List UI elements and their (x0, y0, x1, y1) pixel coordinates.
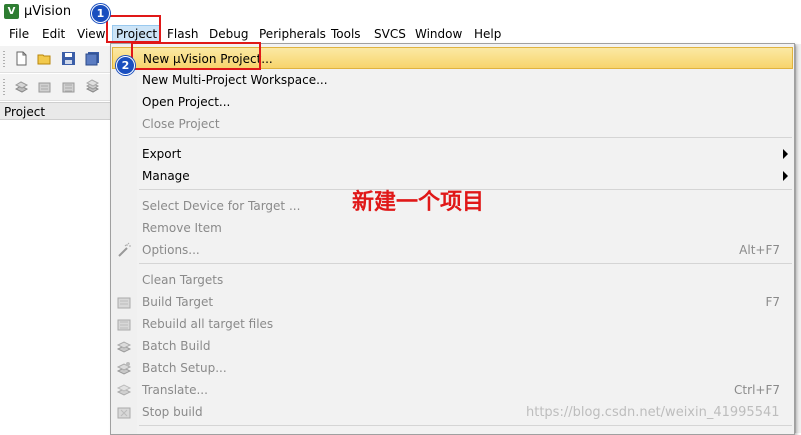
menu-item-label: Remove Item (142, 221, 222, 235)
menu-item-new-multi-project-workspace[interactable]: New Multi-Project Workspace... (111, 69, 794, 91)
file-toolbar (0, 46, 112, 73)
menu-item-shortcut: Alt+F7 (739, 243, 780, 257)
menu-item-label: Batch Setup... (142, 361, 227, 375)
rebuild-icon (117, 319, 131, 331)
menu-item-clean-targets[interactable]: Clean Targets (111, 269, 794, 291)
menu-item-label: Translate... (142, 383, 208, 397)
menu-tools[interactable]: Tools (331, 27, 361, 41)
menu-item-options[interactable]: Options... Alt+F7 (111, 239, 794, 261)
open-folder-icon[interactable] (37, 51, 52, 66)
menu-item-label: New Multi-Project Workspace... (142, 73, 328, 87)
submenu-arrow-icon (783, 149, 788, 159)
rebuild-tool-icon[interactable] (61, 79, 76, 94)
menu-item-label: Open Project... (142, 95, 231, 109)
uvision-app-icon: V (4, 4, 19, 19)
save-icon[interactable] (61, 51, 76, 66)
menu-view[interactable]: View (77, 27, 105, 41)
options-wand-icon (118, 242, 131, 257)
project-dropdown-menu: New µVision Project... New Multi-Project… (110, 43, 795, 435)
stop-build-icon (117, 407, 131, 419)
menu-peripherals[interactable]: Peripherals (259, 27, 326, 41)
window-title: µVision (24, 4, 72, 19)
menu-item-translate[interactable]: Translate... Ctrl+F7 (111, 379, 794, 401)
batch-setup-icon (116, 362, 132, 375)
project-menu-highlight-box (106, 15, 161, 43)
annotation-caption: 新建一个项目 (352, 190, 485, 215)
project-panel[interactable] (0, 120, 112, 433)
menu-item-label: Options... (142, 243, 200, 257)
new-file-icon[interactable] (14, 51, 29, 66)
menu-item-label: Select Device for Target ... (142, 199, 301, 213)
menu-item-build-target[interactable]: Build Target F7 (111, 291, 794, 313)
menu-edit[interactable]: Edit (42, 27, 65, 41)
step-1-badge: 1 (91, 4, 110, 23)
menu-separator (139, 137, 792, 138)
menu-item-remove-item[interactable]: Remove Item (111, 217, 794, 239)
project-panel-header: Project (0, 102, 112, 120)
menu-item-label: Manage (142, 169, 190, 183)
menu-item-close-project[interactable]: Close Project (111, 113, 794, 135)
toolbar-grip[interactable] (3, 79, 5, 95)
menu-item-label: Stop build (142, 405, 203, 419)
menu-item-open-project[interactable]: Open Project... (111, 91, 794, 113)
menu-separator (139, 425, 792, 426)
menu-item-label: Close Project (142, 117, 220, 131)
menu-item-label: Batch Build (142, 339, 211, 353)
translate-icon (116, 384, 132, 396)
menu-item-label: Rebuild all target files (142, 317, 274, 331)
menu-flash[interactable]: Flash (167, 27, 198, 41)
toolbar-grip[interactable] (3, 51, 5, 67)
menu-item-shortcut: F7 (765, 295, 780, 309)
menu-item-export[interactable]: Export (111, 143, 794, 165)
menu-item-label: Clean Targets (142, 273, 224, 287)
build-icon (117, 297, 131, 309)
menu-window[interactable]: Window (415, 27, 462, 41)
menu-debug[interactable]: Debug (209, 27, 248, 41)
menu-svcs[interactable]: SVCS (374, 27, 406, 41)
menu-item-batch-build[interactable]: Batch Build (111, 335, 794, 357)
submenu-arrow-icon (783, 171, 788, 181)
menu-item-label: Export (142, 147, 182, 161)
batch-build-icon (116, 341, 132, 353)
menu-item-label: Build Target (142, 295, 214, 309)
new-project-highlight-box (131, 42, 261, 70)
menu-item-shortcut: Ctrl+F7 (734, 383, 780, 397)
menu-file[interactable]: File (9, 27, 29, 41)
menu-item-rebuild-all[interactable]: Rebuild all target files (111, 313, 794, 335)
batch-build-tool-icon[interactable] (85, 79, 100, 94)
translate-tool-icon[interactable] (14, 79, 29, 94)
build-toolbar (0, 74, 112, 101)
menu-help[interactable]: Help (474, 27, 501, 41)
save-all-icon[interactable] (85, 51, 100, 66)
watermark: https://blog.csdn.net/weixin_41995541 (526, 405, 780, 420)
menu-item-batch-setup[interactable]: Batch Setup... (111, 357, 794, 379)
build-tool-icon[interactable] (37, 79, 52, 94)
menu-separator (139, 263, 792, 264)
step-2-badge: 2 (116, 56, 135, 75)
right-window-edge (795, 44, 801, 433)
